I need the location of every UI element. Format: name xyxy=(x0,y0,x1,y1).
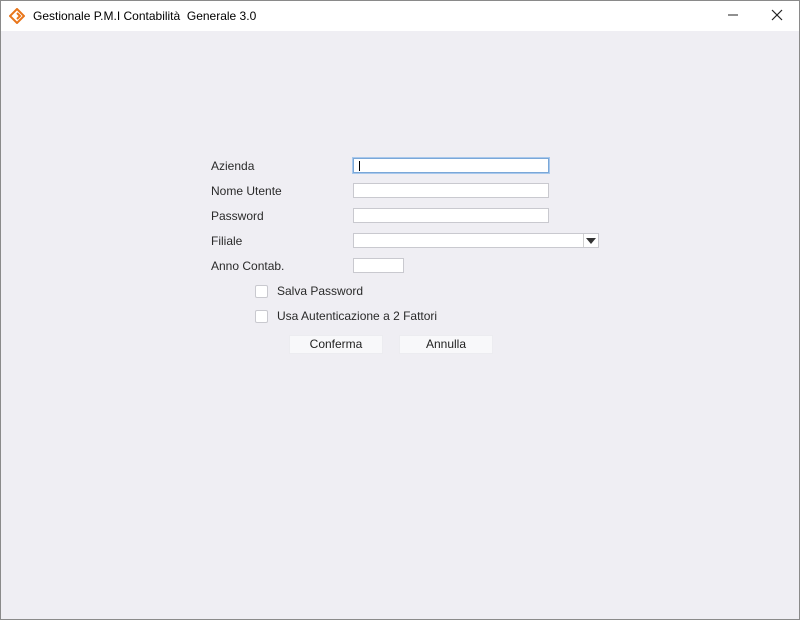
azienda-label: Azienda xyxy=(211,159,255,173)
anno-contab-input[interactable] xyxy=(353,258,404,273)
password-label: Password xyxy=(211,209,264,223)
chevron-down-icon[interactable] xyxy=(583,234,598,247)
azienda-input[interactable] xyxy=(353,158,549,173)
close-icon xyxy=(771,9,783,24)
autenticazione-2fa-checkbox[interactable] xyxy=(255,310,268,323)
filiale-label: Filiale xyxy=(211,234,243,248)
nome-utente-input[interactable] xyxy=(353,183,549,198)
password-input[interactable] xyxy=(353,208,549,223)
window-title: Gestionale P.M.I Contabilità Generale 3.… xyxy=(33,9,257,23)
minimize-button[interactable] xyxy=(711,1,755,31)
nome-utente-label: Nome Utente xyxy=(211,184,282,198)
minimize-icon xyxy=(727,9,739,24)
conferma-button[interactable]: Conferma xyxy=(289,335,383,354)
filiale-select[interactable] xyxy=(353,233,599,248)
login-window: Gestionale P.M.I Contabilità Generale 3.… xyxy=(0,0,800,620)
text-caret xyxy=(359,161,360,171)
anno-contab-label: Anno Contab. xyxy=(211,259,285,273)
salva-password-checkbox[interactable] xyxy=(255,285,268,298)
title-bar[interactable]: Gestionale P.M.I Contabilità Generale 3.… xyxy=(1,1,799,31)
salva-password-label[interactable]: Salva Password xyxy=(277,284,363,298)
app-logo-icon xyxy=(8,7,26,25)
autenticazione-2fa-label[interactable]: Usa Autenticazione a 2 Fattori xyxy=(277,309,437,323)
annulla-button[interactable]: Annulla xyxy=(399,335,493,354)
close-button[interactable] xyxy=(755,1,799,31)
